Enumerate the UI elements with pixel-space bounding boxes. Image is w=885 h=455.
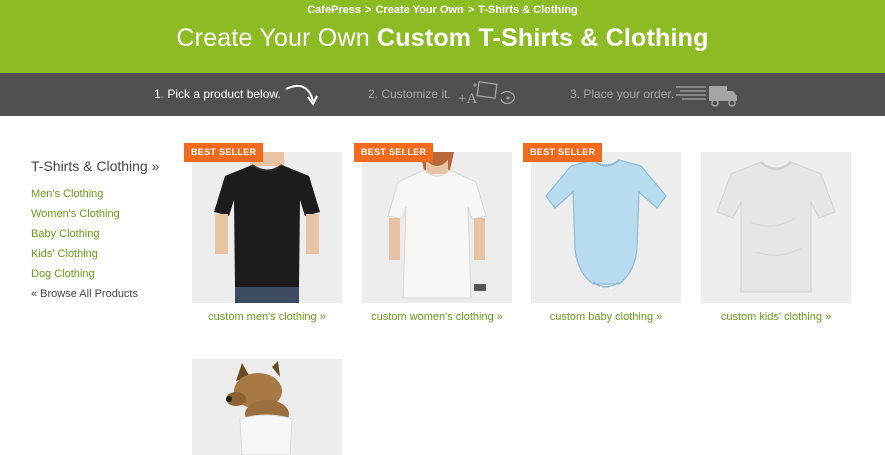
- sidebar-link-dog-clothing[interactable]: Dog Clothing: [31, 267, 181, 287]
- product-image-kids-tshirt[interactable]: [701, 152, 851, 303]
- breadcrumb-create-your-own[interactable]: Create Your Own: [375, 4, 463, 16]
- custom-baby-clothing-link[interactable]: custom baby clothing »: [511, 311, 701, 323]
- breadcrumb-separator: >: [365, 4, 372, 16]
- customize-icon: +A: [458, 81, 516, 107]
- sidebar-link-baby-clothing[interactable]: Baby Clothing: [31, 227, 181, 247]
- breadcrumb-current: T-Shirts & Clothing: [478, 4, 578, 16]
- product-image-mens-tshirt[interactable]: [192, 152, 342, 303]
- best-seller-badge: BEST SELLER: [523, 143, 603, 162]
- product-image-baby-bodysuit[interactable]: [531, 152, 681, 303]
- browse-all-products-link[interactable]: « Browse All Products: [31, 287, 181, 307]
- sidebar-link-kids-clothing[interactable]: Kids' Clothing: [31, 247, 181, 267]
- top-header: CafePress > Create Your Own > T-Shirts & Clo…: [0, 0, 885, 73]
- breadcrumb: CafePress > Create Your Own > T-Shirts & Clo…: [0, 4, 885, 16]
- best-seller-badge: BEST SELLER: [184, 143, 264, 162]
- breadcrumb-cafepress[interactable]: CafePress: [307, 4, 361, 16]
- curved-arrow-icon: [285, 85, 318, 106]
- delivery-truck-icon: [676, 86, 737, 107]
- product-image-dog-tshirt[interactable]: [192, 359, 342, 455]
- breadcrumb-separator: >: [467, 4, 475, 16]
- step-3-label: 3. Place your order.: [570, 87, 675, 101]
- page-title-light: Create Your Own: [176, 24, 370, 52]
- step-1-label: 1. Pick a product below.: [154, 87, 281, 101]
- custom-mens-clothing-link[interactable]: custom men's clothing »: [172, 311, 362, 323]
- best-seller-badge: BEST SELLER: [354, 143, 434, 162]
- steps-bar: 1. Pick a product below. 2. Customize it…: [0, 73, 885, 116]
- step-2-label: 2. Customize it.: [368, 87, 451, 101]
- page-title-bold: Custom T-Shirts & Clothing: [376, 24, 709, 52]
- sidebar-heading[interactable]: T-Shirts & Clothing »: [31, 158, 181, 174]
- sidebar-link-mens-clothing[interactable]: Men's Clothing: [31, 187, 181, 207]
- product-image-womens-tshirt[interactable]: [362, 152, 512, 303]
- sidebar: T-Shirts & Clothing » Men's Clothing Wom…: [31, 158, 181, 307]
- custom-womens-clothing-link[interactable]: custom women's clothing »: [342, 311, 532, 323]
- custom-kids-clothing-link[interactable]: custom kids' clothing »: [681, 311, 871, 323]
- svg-text:+A: +A: [458, 91, 477, 107]
- sidebar-link-womens-clothing[interactable]: Women's Clothing: [31, 207, 181, 227]
- page-title: Create Your Own Custom T-Shirts & Clothi…: [0, 24, 885, 53]
